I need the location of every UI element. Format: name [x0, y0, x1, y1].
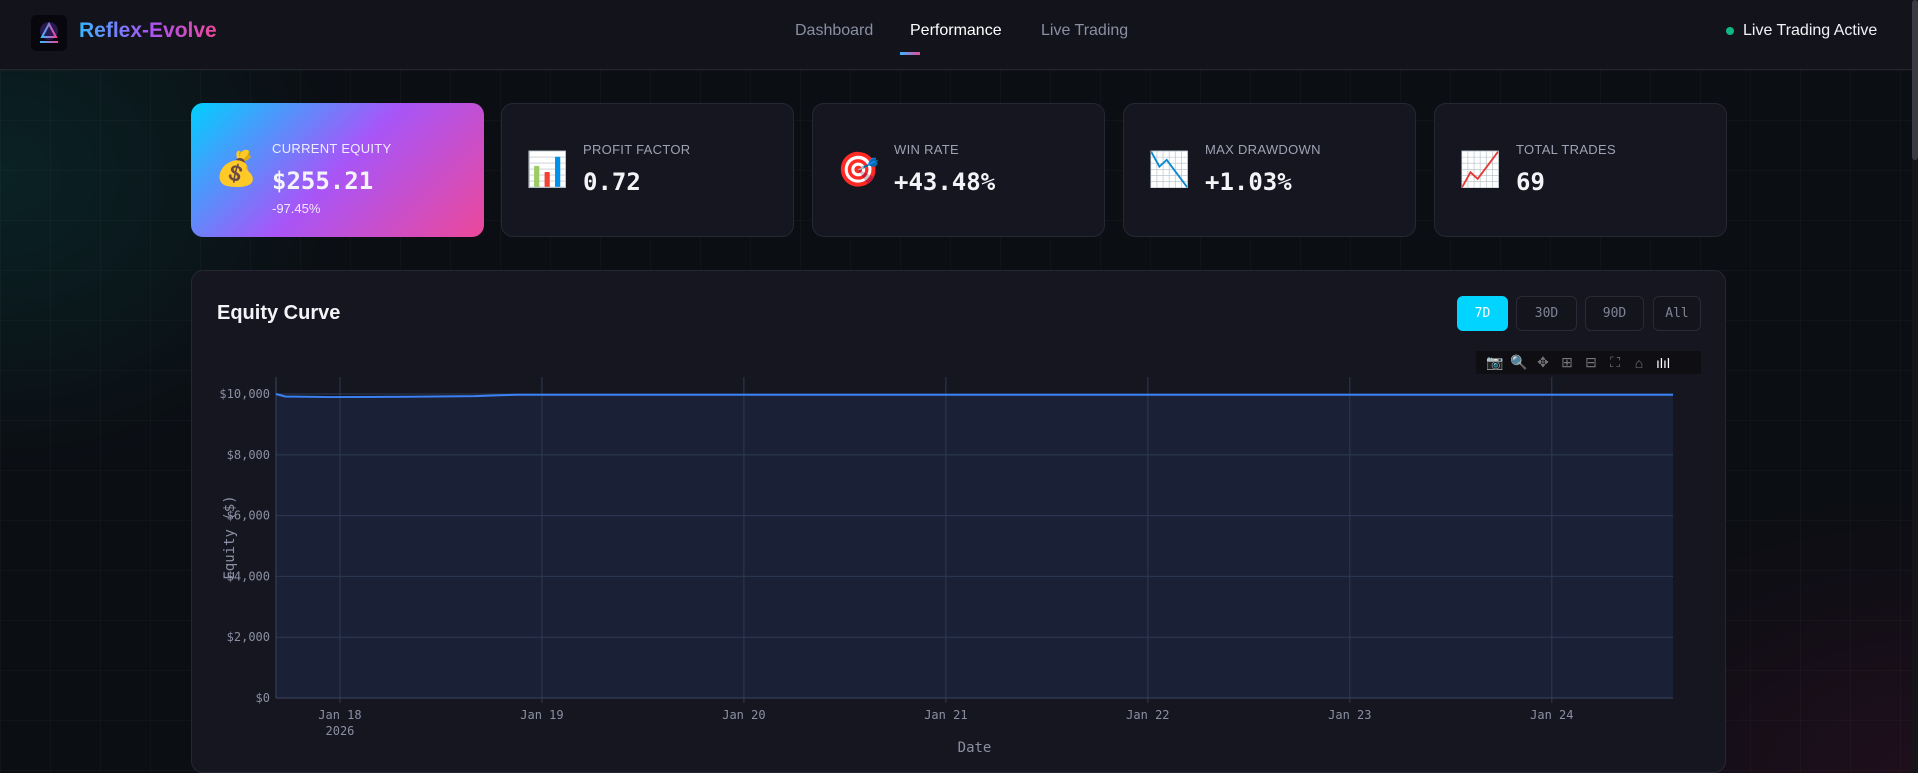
- card-label: MAX DRAWDOWN: [1205, 142, 1321, 157]
- x-tick-label: Jan 23: [1328, 708, 1371, 722]
- y-axis-title: Equity ($): [222, 495, 238, 579]
- equity-area-fill: [276, 394, 1673, 698]
- nav-live-trading[interactable]: Live Trading: [1041, 22, 1128, 40]
- card-value: +43.48%: [894, 168, 996, 196]
- card-profit-factor: 📊 PROFIT FACTOR 0.72: [501, 103, 794, 237]
- nav-dashboard[interactable]: Dashboard: [795, 22, 873, 40]
- card-current-equity: 💰 CURRENT EQUITY $255.21 -97.45%: [191, 103, 484, 237]
- x-tick-label: Jan 20: [722, 708, 765, 722]
- x-tick-year-label: 2026: [326, 724, 355, 738]
- chart-decreasing-icon: 📉: [1148, 151, 1191, 189]
- card-max-drawdown: 📉 MAX DRAWDOWN +1.03%: [1123, 103, 1416, 237]
- chart-increasing-icon: 📈: [1459, 151, 1502, 189]
- target-icon: 🎯: [837, 151, 880, 189]
- app-logo[interactable]: [31, 15, 67, 51]
- card-label: CURRENT EQUITY: [272, 141, 392, 156]
- y-tick-label: $8,000: [227, 448, 270, 462]
- card-change: -97.45%: [272, 201, 321, 216]
- card-total-trades: 📈 TOTAL TRADES 69: [1434, 103, 1727, 237]
- card-value: 0.72: [583, 168, 641, 196]
- nav-performance[interactable]: Performance: [910, 22, 1002, 40]
- y-tick-label: $2,000: [227, 630, 270, 644]
- status-text: Live Trading Active: [1743, 22, 1878, 39]
- equity-curve-panel: Equity Curve 7D 30D 90D All 📷 🔍 ✥ ⊞ ⊟ ⛶ …: [191, 270, 1726, 773]
- live-status: Live Trading Active: [1726, 22, 1877, 40]
- x-tick-label: Jan 21: [924, 708, 967, 722]
- x-tick-label: Jan 18: [318, 708, 361, 722]
- equity-chart[interactable]: $0$2,000$4,000$6,000$8,000$10,000Jan 18 J…: [192, 271, 1727, 773]
- status-dot-icon: [1726, 27, 1734, 35]
- x-tick-label: Jan 19: [520, 708, 563, 722]
- card-value: $255.21: [272, 167, 374, 195]
- page-scrollbar[interactable]: [1912, 0, 1918, 773]
- brand-name: Reflex-Evolve: [79, 19, 217, 42]
- card-label: WIN RATE: [894, 142, 959, 157]
- card-label: PROFIT FACTOR: [583, 142, 691, 157]
- x-axis-title: Date: [958, 740, 992, 756]
- y-tick-label: $0: [256, 691, 270, 705]
- bar-chart-icon: 📊: [526, 151, 569, 189]
- active-nav-indicator: [900, 52, 920, 55]
- card-win-rate: 🎯 WIN RATE +43.48%: [812, 103, 1105, 237]
- y-tick-label: $10,000: [219, 387, 270, 401]
- card-value: 69: [1516, 168, 1545, 196]
- logo-triangle-icon: [40, 21, 58, 43]
- money-bag-icon: 💰: [215, 150, 258, 188]
- card-value: +1.03%: [1205, 168, 1292, 196]
- top-nav-bar: Reflex-Evolve Dashboard Performance Live…: [0, 0, 1918, 70]
- card-label: TOTAL TRADES: [1516, 142, 1616, 157]
- scrollbar-thumb[interactable]: [1912, 0, 1918, 160]
- x-tick-label: Jan 24: [1530, 708, 1573, 722]
- x-tick-label: Jan 22: [1126, 708, 1169, 722]
